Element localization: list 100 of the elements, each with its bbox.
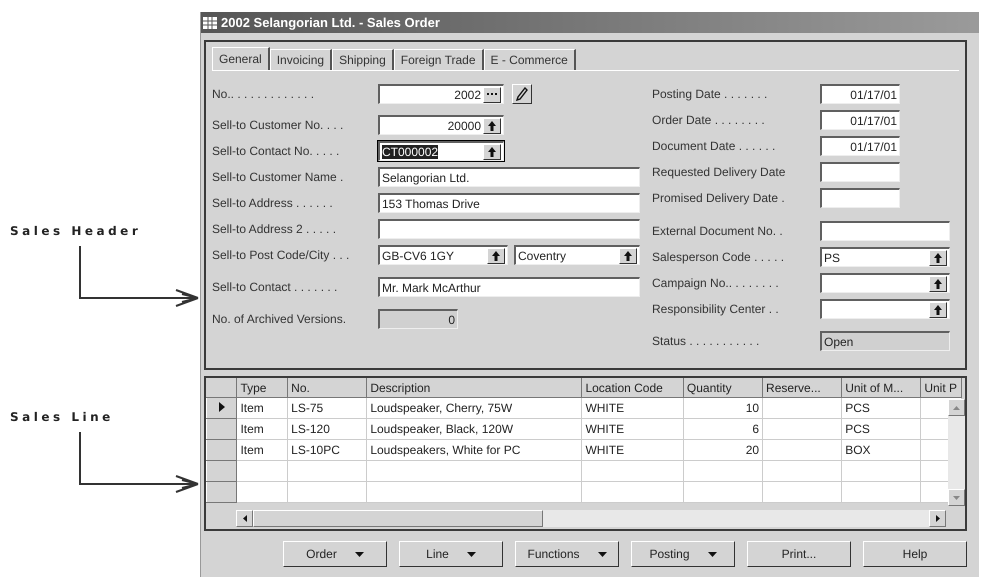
action-button[interactable]: Help	[863, 541, 967, 567]
assist-button[interactable]	[483, 86, 501, 102]
field-value: 0	[448, 312, 455, 326]
up-arrow-icon	[934, 278, 942, 288]
text-field[interactable]: Mr. Mark McArthur	[378, 277, 640, 297]
table-cell: WHITE	[582, 440, 684, 460]
lookup-button[interactable]	[619, 248, 637, 264]
scroll-thumb[interactable]	[253, 510, 543, 527]
lookup-field[interactable]: PS	[820, 247, 950, 267]
field-label: Salesperson Code . . . . .	[652, 250, 786, 264]
column-header[interactable]: Unit of M...	[842, 378, 921, 398]
field-value: Open	[824, 334, 854, 348]
column-header[interactable]: Type	[236, 378, 288, 398]
contact-number-field[interactable]: CT000002	[378, 141, 504, 161]
table-cell: Loudspeaker, Cherry, 75W	[366, 398, 582, 418]
number-field[interactable]: 2002	[378, 84, 504, 104]
lookup-button[interactable]	[487, 248, 505, 264]
tab[interactable]: General	[212, 47, 270, 70]
horizontal-scrollbar[interactable]	[236, 510, 946, 527]
date-field[interactable]: 01/17/01	[820, 84, 900, 104]
table-cell: 20	[683, 440, 763, 460]
arrow-icon	[78, 246, 200, 310]
action-button[interactable]: Line	[399, 541, 503, 567]
row-selector[interactable]	[206, 398, 237, 418]
date-field[interactable]	[820, 162, 900, 182]
field-value: GB-CV6 1GY	[382, 248, 454, 262]
post-code-field[interactable]: GB-CV6 1GY	[378, 245, 508, 265]
field-label: Responsibility Center . .	[652, 302, 780, 316]
field-label: Sell-to Customer No. . . .	[212, 118, 344, 132]
field-label: Sell-to Contact . . . . . . .	[212, 280, 338, 294]
field-value: 01/17/01	[850, 140, 897, 154]
column-header[interactable]: Description	[366, 378, 582, 398]
up-arrow-icon	[934, 304, 942, 314]
lookup-button[interactable]	[483, 118, 501, 134]
up-arrow-icon	[488, 120, 496, 130]
up-arrow-icon	[934, 252, 942, 262]
lookup-button[interactable]	[929, 250, 947, 266]
table-cell: Item	[236, 418, 288, 440]
field-label: Order Date . . . . . . . .	[652, 113, 766, 127]
table-cell: WHITE	[582, 418, 684, 440]
vertical-scrollbar[interactable]	[948, 399, 965, 506]
table-cell: 6	[683, 418, 763, 440]
field-label: No. of Archived Versions.	[212, 312, 348, 326]
field-value: 01/17/01	[850, 88, 897, 102]
date-field[interactable]	[820, 188, 900, 208]
field-label: External Document No. .	[652, 224, 784, 238]
lookup-field[interactable]	[820, 299, 950, 319]
ellipsis-icon	[487, 93, 497, 96]
table-cell: Loudspeaker, Black, 120W	[366, 418, 582, 440]
text-field[interactable]	[378, 219, 640, 239]
scroll-right-icon	[936, 515, 940, 522]
tab[interactable]: E - Commerce	[484, 49, 576, 70]
text-field[interactable]: Selangorian Ltd.	[378, 167, 640, 187]
text-field[interactable]: 153 Thomas Drive	[378, 193, 640, 213]
field-value: 20000	[448, 118, 481, 132]
arrow-icon	[78, 432, 200, 496]
lookup-field[interactable]	[820, 273, 950, 293]
column-header[interactable]: Location Code	[582, 378, 684, 398]
table-cell: PCS	[842, 418, 921, 440]
field-value: Mr. Mark McArthur	[382, 280, 481, 294]
field-label: Campaign No.. . . . . . . .	[652, 276, 780, 290]
field-label: Sell-to Contact No. . . . .	[212, 144, 340, 158]
lookup-button[interactable]	[929, 276, 947, 292]
city-field[interactable]: Coventry	[514, 245, 640, 265]
customer-number-field[interactable]: 20000	[378, 115, 504, 135]
up-arrow-icon	[488, 146, 496, 156]
action-button[interactable]: Posting	[631, 541, 735, 567]
field-label: Sell-to Post Code/City . . .	[212, 248, 350, 262]
date-field[interactable]: 01/17/01	[820, 110, 900, 130]
field-value: 153 Thomas Drive	[382, 196, 480, 210]
tab[interactable]: Invoicing	[270, 49, 332, 70]
action-button[interactable]: Print...	[747, 541, 851, 567]
table-cell: Item	[236, 440, 288, 460]
up-arrow-icon	[624, 250, 632, 260]
lookup-button[interactable]	[929, 302, 947, 318]
column-header[interactable]: Quantity	[683, 378, 763, 398]
table-cell: 10	[683, 398, 763, 418]
field-value: 2002	[454, 88, 481, 102]
caret-icon	[598, 552, 607, 556]
column-header[interactable]: Unit P	[920, 378, 962, 398]
column-header[interactable]: Reserve...	[762, 378, 842, 398]
action-button[interactable]: Order	[283, 541, 387, 567]
field-value: Coventry	[518, 248, 566, 262]
lookup-button[interactable]	[483, 144, 501, 160]
tab[interactable]: Foreign Trade	[394, 49, 484, 70]
table-cell: LS-75	[288, 398, 367, 418]
caret-icon	[466, 552, 476, 556]
table-cell: Loudspeakers, White for PC	[366, 440, 582, 460]
tab[interactable]: Shipping	[332, 49, 394, 70]
column-header[interactable]: No.	[288, 378, 367, 398]
date-field[interactable]: 01/17/01	[820, 136, 900, 156]
action-button[interactable]: Functions	[515, 541, 619, 567]
table-cell: WHITE	[582, 398, 684, 418]
table-cell: Item	[236, 398, 288, 418]
text-field[interactable]	[820, 221, 950, 241]
field-label: Posting Date . . . . . . .	[652, 87, 768, 101]
field-label: Sell-to Customer Name .	[212, 170, 344, 184]
edit-button[interactable]	[512, 84, 532, 104]
up-arrow-icon	[492, 250, 500, 260]
field-value: CT000002	[382, 144, 438, 158]
